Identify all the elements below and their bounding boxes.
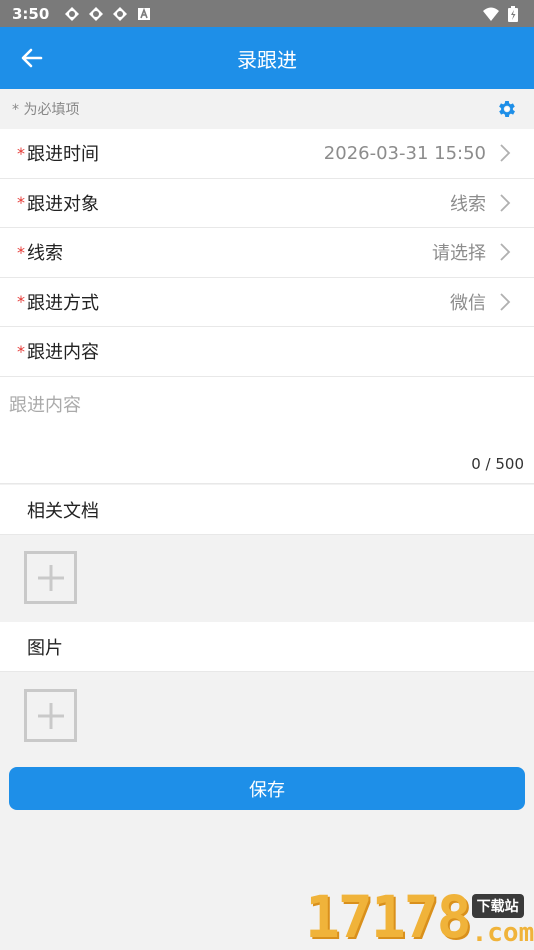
sync-icon [63,5,81,23]
row-label: 线索 [27,243,63,265]
row-label: 跟进时间 [27,144,99,166]
status-bar: 3:50 [0,0,534,27]
settings-button[interactable] [496,98,518,120]
app-a-icon [135,5,153,23]
plus-icon [37,702,64,729]
content-input-wrap: 0 / 500 [0,377,534,484]
required-mark: * [17,143,25,163]
battery-icon [504,5,522,23]
plus-icon [37,564,64,591]
status-right-icons [482,5,522,23]
watermark-badge: 下载站 [471,894,524,918]
row-value: 请选择 [432,243,486,265]
watermark-suffix: .com [471,918,534,948]
row-label: 跟进内容 [27,342,99,364]
save-button[interactable]: 保存 [9,767,525,810]
follow-up-method-row[interactable]: * 跟进方式 微信 [0,278,534,327]
status-left-icons [63,5,153,23]
sync-icon [87,5,105,23]
status-time: 3:50 [12,4,50,23]
row-label: 跟进对象 [27,193,99,215]
documents-section-title: 相关文档 [0,485,534,535]
chevron-right-icon [498,143,514,163]
row-value: 线索 [450,193,486,215]
row-value: 2026-03-31 15:50 [323,142,486,164]
images-label: 图片 [27,637,63,659]
watermark-logo: 17178 下载站 .com [305,883,534,950]
page-title: 录跟进 [237,47,297,72]
follow-up-content-row: * 跟进内容 [0,327,534,377]
required-hint-text: * 为必填项 [12,102,80,118]
add-document-button[interactable] [24,551,77,604]
chevron-right-icon [498,242,514,262]
follow-up-target-row[interactable]: * 跟进对象 线索 [0,179,534,228]
row-value: 微信 [450,292,486,314]
required-mark: * [17,193,25,213]
gear-icon [499,101,515,117]
back-button[interactable] [16,42,48,74]
wifi-icon [482,5,500,23]
required-mark: * [17,242,25,262]
images-section-title: 图片 [0,622,534,672]
row-label: 跟进方式 [27,292,99,314]
watermark-digits: 17178 [305,883,472,950]
follow-up-time-row[interactable]: * 跟进时间 2026-03-31 15:50 [0,129,534,179]
sync-icon [111,5,129,23]
app-bar: 录跟进 [0,27,534,89]
add-image-button[interactable] [24,689,77,742]
lead-row[interactable]: * 线索 请选择 [0,228,534,278]
follow-up-content-input[interactable] [0,377,534,452]
required-mark: * [17,341,25,361]
required-mark: * [17,292,25,312]
char-counter: 0 / 500 [471,455,524,473]
chevron-right-icon [498,292,514,312]
form-list: * 跟进时间 2026-03-31 15:50 * 跟进对象 线索 * 线索 请… [0,129,534,377]
documents-label: 相关文档 [27,500,99,522]
arrow-left-icon [21,48,43,68]
watermark-side: 下载站 .com [471,894,534,948]
chevron-right-icon [498,193,514,213]
required-hint-row: * 为必填项 [0,89,534,129]
